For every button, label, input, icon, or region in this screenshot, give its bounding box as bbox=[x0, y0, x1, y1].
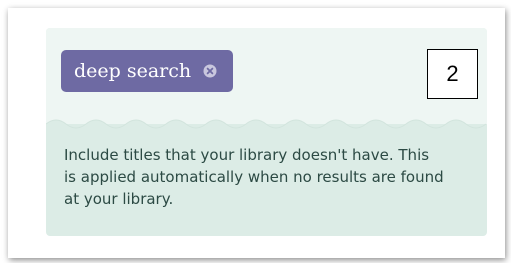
close-circle-icon[interactable] bbox=[203, 64, 217, 78]
chip-label: deep search bbox=[74, 60, 192, 82]
description-line: at your library. bbox=[64, 190, 174, 208]
deep-search-panel: deep search Include titles that your lib… bbox=[46, 28, 487, 236]
screenshot-frame: deep search Include titles that your lib… bbox=[8, 8, 505, 258]
step-number-annotation: 2 bbox=[427, 49, 478, 99]
wave-divider bbox=[46, 119, 487, 132]
description-line: is applied automatically when no results… bbox=[64, 168, 444, 186]
deep-search-description: Include titles that your library doesn't… bbox=[64, 144, 484, 210]
step-number: 2 bbox=[446, 61, 459, 86]
deep-search-chip[interactable]: deep search bbox=[61, 50, 233, 92]
description-line: Include titles that your library doesn't… bbox=[64, 146, 430, 164]
